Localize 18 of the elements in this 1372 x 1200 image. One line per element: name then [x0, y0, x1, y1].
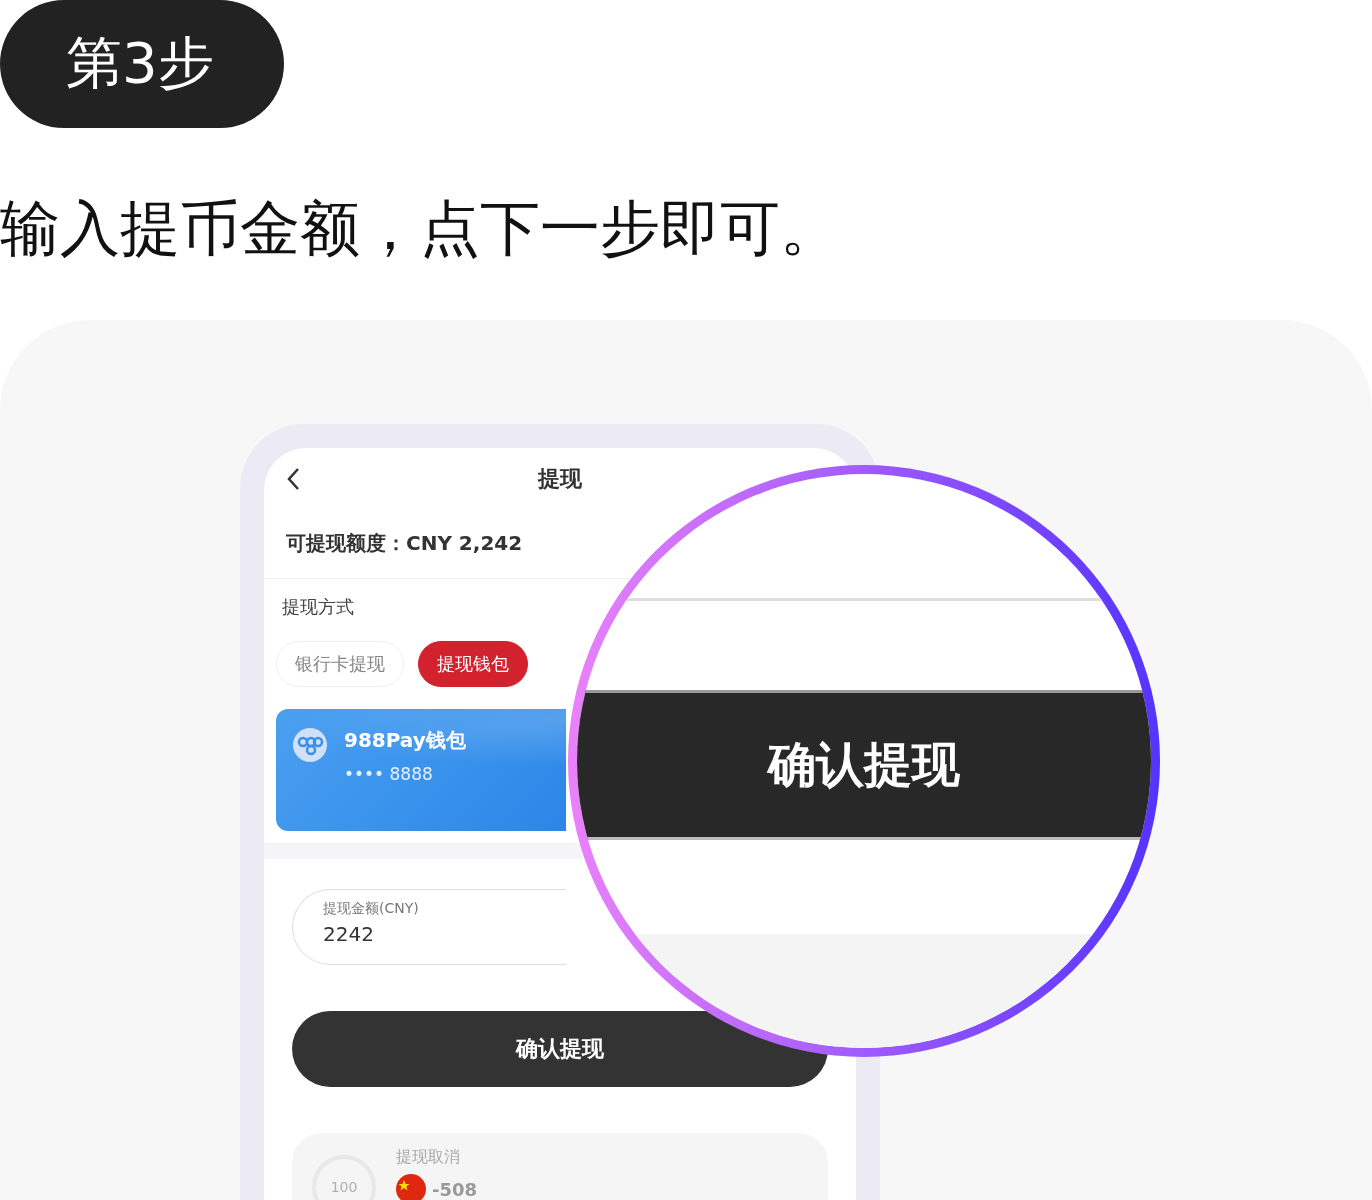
instruction-text: 输入提币金额，点下一步即可。 — [0, 192, 841, 265]
wallet-name: 988Pay钱包 — [344, 727, 466, 754]
method-tab[interactable]: 银行卡提现 — [276, 641, 404, 687]
method-label: 提现方式 — [281, 595, 355, 619]
record-title: 提现取消 — [396, 1147, 460, 1168]
wallet-logo-icon — [292, 727, 328, 763]
record-badge: 100 — [312, 1155, 376, 1200]
field-value: 2242 — [323, 922, 374, 946]
step-badge: 第3步 — [0, 0, 284, 128]
back-icon[interactable] — [286, 467, 300, 491]
wallet-number: •••• 8888 — [344, 764, 433, 784]
flag-icon — [396, 1174, 426, 1200]
wallet-card[interactable]: 988Pay钱包 •••• 8888 — [276, 709, 566, 831]
record-amount: -508 — [432, 1178, 478, 1200]
confirm-button[interactable]: 确认提现 — [292, 1011, 828, 1087]
field-label: 提现金额(CNY) — [323, 900, 419, 918]
screen-title: 提现 — [538, 465, 582, 493]
method-tab[interactable]: 提现钱包 — [418, 641, 528, 687]
